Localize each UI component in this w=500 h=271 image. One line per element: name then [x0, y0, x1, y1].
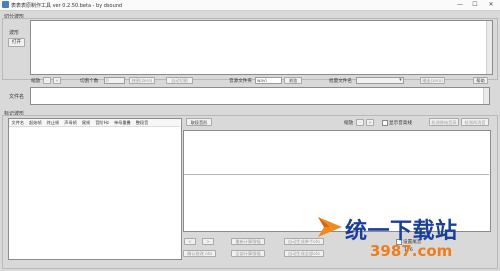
filename-input[interactable]	[30, 87, 490, 105]
app-icon	[2, 1, 9, 8]
waveform-centerline	[184, 174, 489, 175]
watermark-url: 3987.com	[370, 242, 453, 260]
close-button[interactable]: ✕	[484, 0, 498, 9]
minimize-button[interactable]: —	[453, 0, 467, 9]
cut-waveform-scrollbar[interactable]	[486, 21, 492, 74]
zoom-plus-button[interactable]: +	[53, 77, 61, 84]
confirm-oto-button[interactable]: 确认修改 oto	[183, 250, 216, 257]
auto-all-oto-button[interactable]: 自动生成全部oto	[284, 250, 324, 257]
window-title: 表表表原制作工具 ver 0.2.50.beta - by dsound	[11, 2, 123, 9]
annotate-zoom-label: 缩放	[344, 121, 354, 126]
column-header[interactable]: 单母重叠	[111, 119, 133, 126]
detect-pitch-button[interactable]: 检测原始音高	[429, 118, 459, 126]
chevron-down-icon[interactable]: ▾	[397, 77, 404, 84]
annotate-zoom-plus-button[interactable]: +	[366, 119, 374, 126]
auto-cut-button[interactable]: 自动切割	[166, 77, 193, 84]
help-button[interactable]: 帮助	[473, 77, 488, 84]
save-folder-input[interactable]: wav\	[255, 77, 282, 84]
recompute-button[interactable]: 重新计算限幅	[231, 238, 265, 245]
zoom-label: 缩放	[31, 79, 41, 84]
column-header[interactable]: 音阶Hz	[93, 119, 112, 126]
oto-table-header: 文件名 起始帧 终止帧 声母帧 尾帧 音阶Hz 单母重叠 整段音	[9, 119, 180, 127]
show-guides-label: 显示音高线	[389, 121, 412, 126]
column-header[interactable]: 起始帧	[27, 119, 45, 126]
watermark-text: 统一下载站	[345, 219, 458, 244]
export-button[interactable]: 输出(zero)	[420, 77, 445, 84]
recompute-all-button[interactable]: 全部计算限幅	[231, 250, 265, 257]
zoom-minus-button[interactable]: -	[43, 77, 51, 84]
next-button[interactable]: >	[202, 238, 214, 245]
browse-button[interactable]: 浏览	[284, 77, 302, 84]
save-folder-label: 音源文件夹	[229, 79, 252, 84]
oto-table[interactable]	[8, 118, 182, 260]
column-header[interactable]: 终止帧	[44, 119, 62, 126]
column-header[interactable]: 文件名	[9, 119, 27, 126]
batch-name-label: 批量文件名	[329, 79, 352, 84]
column-header[interactable]: 整段音	[133, 119, 151, 126]
cut-count-input[interactable]: 0	[104, 77, 125, 84]
column-header[interactable]: 尾帧	[79, 119, 92, 126]
filename-scrollbar[interactable]	[483, 88, 489, 104]
show-guides-checkbox[interactable]	[382, 120, 388, 126]
open-button[interactable]: 打开	[8, 38, 25, 47]
waveform-button[interactable]: 取段音形	[186, 118, 212, 126]
watermark-logo-icon	[318, 217, 342, 237]
track-label: 波形	[9, 30, 20, 36]
cut-count-label: 切割个数	[80, 79, 99, 84]
cut-waveform-view[interactable]	[30, 20, 493, 75]
filename-label: 文件名	[9, 94, 25, 100]
annotate-zoom-minus-button[interactable]: -	[356, 119, 364, 126]
cut-by-zero-button[interactable]: 按割(zero)	[129, 77, 155, 84]
prev-button[interactable]: <	[184, 238, 196, 245]
maximize-button[interactable]: ☐	[468, 0, 482, 9]
detect-range-button[interactable]: 检测再消音	[461, 118, 489, 126]
column-header[interactable]: 声母帧	[62, 119, 80, 126]
